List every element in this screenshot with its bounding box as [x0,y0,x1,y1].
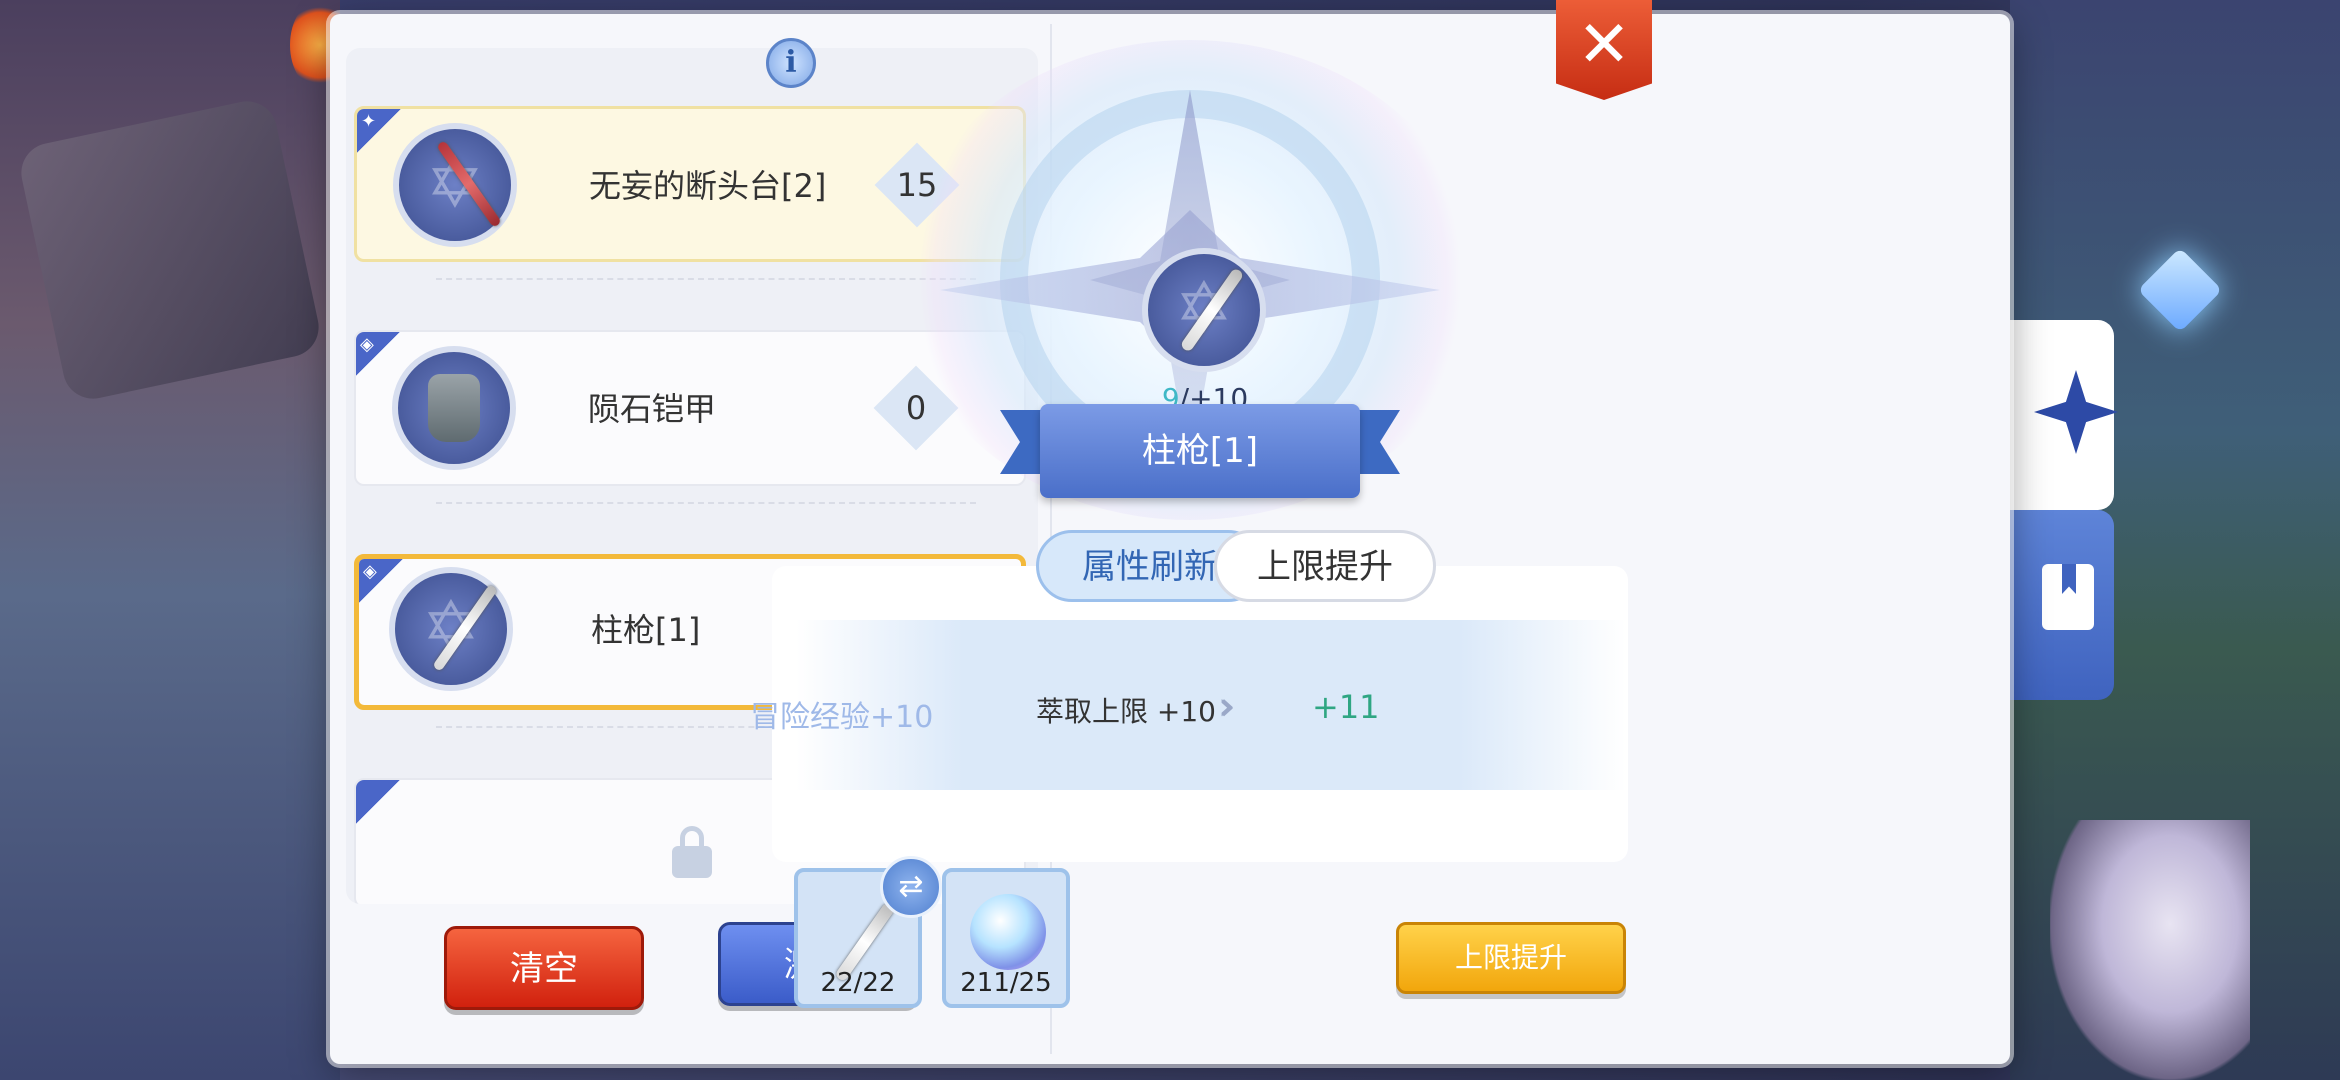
lock-icon [672,826,712,878]
background-left [0,0,350,1080]
list-separator [436,278,976,280]
arrow-icon: ››› [1218,684,1234,728]
selected-equipment-emblem: ✡ [1142,248,1266,372]
shield-category-icon: ◈ [360,334,374,355]
material-slot-crystal[interactable]: 211/25 [942,868,1070,1008]
item-name-banner: 柱枪[1] [1040,404,1360,498]
equipment-emblem [392,346,516,470]
material-count: 22/22 [820,968,896,998]
equipment-name: 柱枪[1] [591,611,701,649]
clear-button[interactable]: 清空 [444,926,644,1010]
close-icon: ✕ [1577,8,1631,82]
equipment-name: 无妄的断头台[2] [589,167,827,205]
book-icon [2042,564,2094,630]
equipment-emblem: ✡ [389,567,513,691]
list-separator [436,502,976,504]
exp-reward: 冒险经验+10 [750,700,934,735]
armor-icon [428,374,480,442]
side-tab-book[interactable] [2010,510,2114,700]
category-corner: ✦ [357,109,401,153]
limit-label: 萃取上限 +10 [1036,695,1216,728]
shield-category-icon: ◈ [363,561,377,582]
equipment-emblem: ✡ [393,123,517,247]
side-tab-compass[interactable] [2010,320,2118,510]
background-crystal [2137,247,2223,333]
crystal-material-icon [970,894,1046,970]
shuffle-icon[interactable]: ⇄ [880,856,942,918]
category-corner [356,780,400,824]
info-icon[interactable]: i [766,38,816,88]
background-stone [15,95,325,405]
upgrade-limit-button[interactable]: 上限提升 [1396,922,1626,994]
background-character [2050,820,2250,1080]
category-corner: ◈ [356,332,400,376]
limit-new-value: +11 [1312,688,1380,726]
sword-category-icon: ✦ [361,111,377,132]
compass-icon [2034,370,2118,454]
tab-limit-upgrade[interactable]: 上限提升 [1214,530,1436,602]
equipment-name: 陨石铠甲 [588,390,717,428]
material-count: 211/25 [960,968,1052,998]
close-button[interactable]: ✕ [1556,0,1652,100]
